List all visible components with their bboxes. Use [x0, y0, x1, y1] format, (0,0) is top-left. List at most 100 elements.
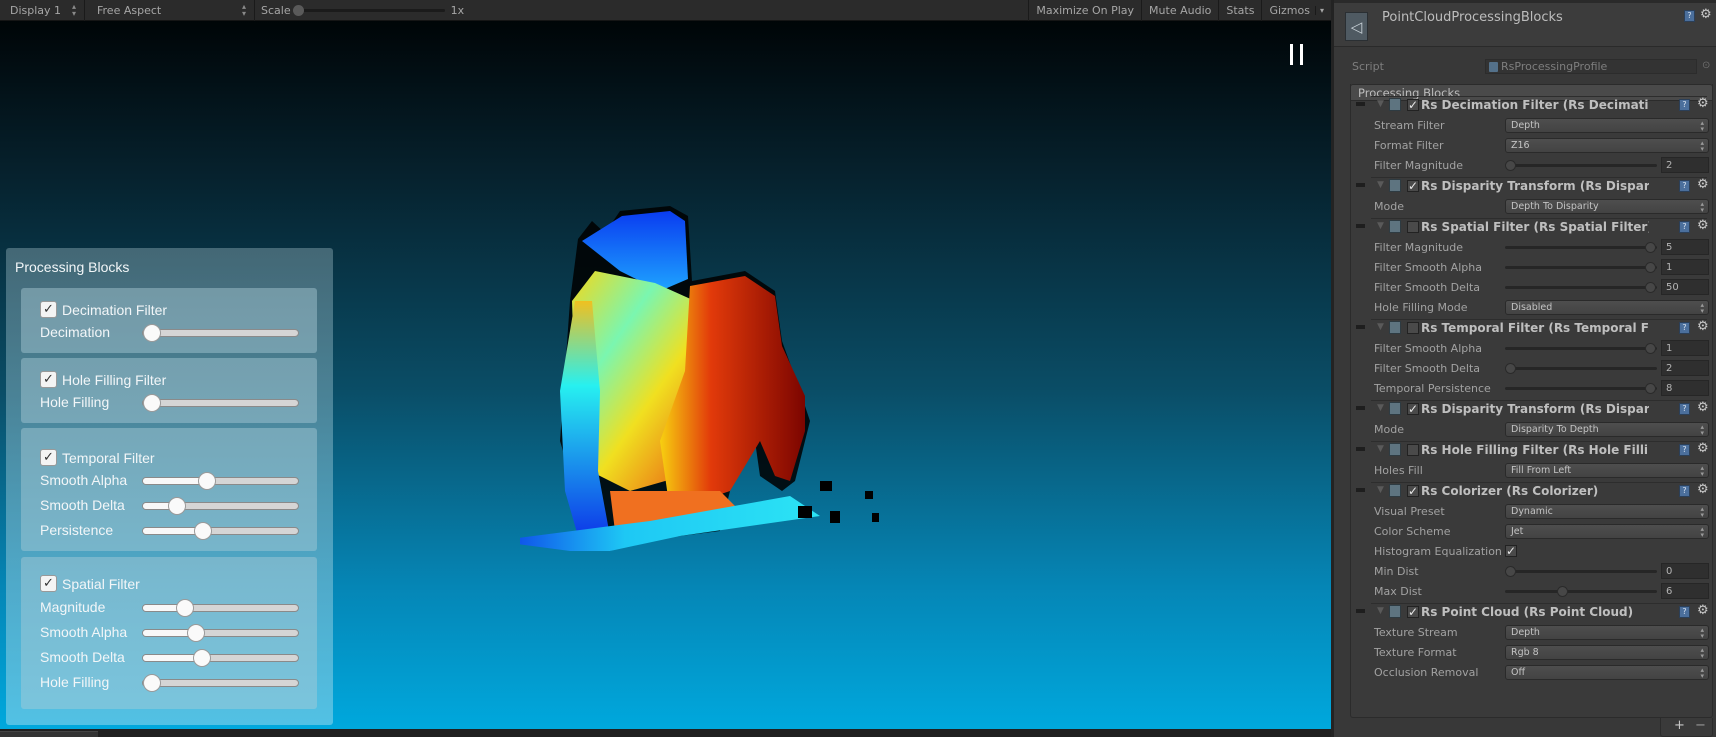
slider-knob[interactable]: [1645, 282, 1656, 293]
spatial-smooth-delta-slider[interactable]: [142, 649, 299, 667]
slider-knob[interactable]: [176, 599, 194, 617]
gear-icon[interactable]: ⚙: [1700, 8, 1712, 21]
slider-knob[interactable]: [1557, 586, 1568, 597]
stats-button[interactable]: Stats: [1218, 0, 1261, 21]
occlusion-removal-dropdown[interactable]: Off ▴ ▾: [1505, 665, 1709, 680]
slider-knob[interactable]: [168, 497, 186, 515]
drag-handle-icon[interactable]: [1356, 609, 1365, 613]
decimation-slider[interactable]: [142, 324, 299, 342]
block-header-rs-disparity-transform[interactable]: ▼ ✓ Rs Disparity Transform (Rs Disparit? ⚙: [1334, 400, 1716, 420]
enabled-checkbox-checked[interactable]: ✓: [1407, 485, 1419, 497]
mute-audio-button[interactable]: Mute Audio: [1141, 0, 1218, 21]
foldout-arrow-icon[interactable]: ▼: [1377, 221, 1384, 231]
block-header-rs-decimation-filter[interactable]: ▼ ✓ Rs Decimation Filter (Rs Decimation? ⚙: [1334, 96, 1716, 116]
slider-knob[interactable]: [1505, 363, 1516, 374]
temporal-smooth-delta-slider[interactable]: [142, 497, 299, 515]
foldout-arrow-icon[interactable]: ▼: [1377, 403, 1384, 413]
gizmos-button[interactable]: Gizmos ▾: [1261, 0, 1331, 21]
slider-knob[interactable]: [1645, 262, 1656, 273]
block-header-rs-hole-filling-filter[interactable]: ▼ Rs Hole Filling Filter (Rs Hole Filling…: [1334, 441, 1716, 461]
scale-slider[interactable]: [292, 4, 445, 16]
block-header-rs-spatial-filter[interactable]: ▼ Rs Spatial Filter (Rs Spatial Filter)? ⚙: [1334, 218, 1716, 238]
foldout-arrow-icon[interactable]: ▼: [1377, 322, 1384, 332]
help-book-icon[interactable]: ?: [1679, 485, 1690, 497]
temporal-persistence-value-field[interactable]: 8: [1661, 380, 1709, 396]
slider-knob[interactable]: [1505, 160, 1516, 171]
foldout-arrow-icon[interactable]: ▼: [1377, 606, 1384, 616]
pause-icon[interactable]: [1290, 44, 1303, 65]
help-book-icon[interactable]: ?: [1679, 444, 1690, 456]
add-block-button[interactable]: +: [1674, 718, 1685, 733]
foldout-arrow-icon[interactable]: ▼: [1377, 444, 1384, 454]
aspect-dropdown[interactable]: Free Aspect ▴ ▾: [85, 0, 254, 21]
holes-fill-dropdown[interactable]: Fill From Left ▴ ▾: [1505, 463, 1709, 478]
drag-handle-icon[interactable]: [1356, 447, 1365, 451]
temporal-filter-toggle[interactable]: ✓ Temporal Filter: [40, 449, 155, 466]
slider-knob[interactable]: [193, 649, 211, 667]
help-book-icon[interactable]: ?: [1679, 221, 1690, 233]
min-dist-value-field[interactable]: 0: [1661, 563, 1709, 579]
slider-knob[interactable]: [194, 522, 212, 540]
game-viewport[interactable]: Processing Blocks ✓ Decimation Filter De…: [0, 21, 1331, 729]
hole-filling-slider[interactable]: [142, 394, 299, 412]
drag-handle-icon[interactable]: [1356, 183, 1365, 187]
visual-preset-dropdown[interactable]: Dynamic ▴ ▾: [1505, 504, 1709, 519]
min-dist-slider[interactable]: [1505, 566, 1657, 577]
display-dropdown[interactable]: Display 1 ▴ ▾: [0, 0, 84, 21]
block-header-rs-point-cloud[interactable]: ▼ ✓ Rs Point Cloud (Rs Point Cloud)? ⚙: [1334, 603, 1716, 623]
max-dist-value-field[interactable]: 6: [1661, 583, 1709, 599]
decimation-filter-toggle[interactable]: ✓ Decimation Filter: [40, 301, 167, 318]
enabled-checkbox-unchecked[interactable]: [1407, 221, 1419, 233]
filter-smooth-alpha-value-field[interactable]: 1: [1661, 259, 1709, 275]
slider-knob[interactable]: [143, 324, 161, 342]
help-book-icon[interactable]: ?: [1679, 99, 1690, 111]
foldout-arrow-icon[interactable]: ▼: [1377, 180, 1384, 190]
slider-knob[interactable]: [143, 394, 161, 412]
gear-icon[interactable]: ⚙: [1697, 483, 1709, 496]
help-book-icon[interactable]: ?: [1684, 10, 1695, 22]
gear-icon[interactable]: ⚙: [1697, 604, 1709, 617]
remove-block-button[interactable]: −: [1695, 718, 1706, 733]
filter-smooth-alpha-value-field[interactable]: 1: [1661, 340, 1709, 356]
filter-magnitude-value-field[interactable]: 5: [1661, 239, 1709, 255]
mode-dropdown[interactable]: Depth To Disparity ▴ ▾: [1505, 199, 1709, 214]
block-header-rs-colorizer[interactable]: ▼ ✓ Rs Colorizer (Rs Colorizer)? ⚙: [1334, 482, 1716, 502]
scale-slider-knob[interactable]: [292, 4, 304, 16]
enabled-checkbox-checked[interactable]: ✓: [1407, 99, 1419, 111]
spatial-magnitude-slider[interactable]: [142, 599, 299, 617]
drag-handle-icon[interactable]: [1356, 102, 1365, 106]
block-header-rs-disparity-transform[interactable]: ▼ ✓ Rs Disparity Transform (Rs Disparit? ⚙: [1334, 177, 1716, 197]
enabled-checkbox-checked[interactable]: ✓: [1407, 180, 1419, 192]
format-filter-dropdown[interactable]: Z16 ▴ ▾: [1505, 138, 1709, 153]
filter-smooth-alpha-slider[interactable]: [1505, 262, 1657, 273]
filter-smooth-delta-slider[interactable]: [1505, 363, 1657, 374]
hole-filling-filter-toggle[interactable]: ✓ Hole Filling Filter: [40, 371, 166, 388]
gear-icon[interactable]: ⚙: [1697, 97, 1709, 110]
gizmos-dropdown-icon[interactable]: ▾: [1314, 5, 1324, 15]
slider-knob[interactable]: [1505, 566, 1516, 577]
filter-smooth-alpha-slider[interactable]: [1505, 343, 1657, 354]
slider-knob[interactable]: [1645, 343, 1656, 354]
checkbox-checked-icon[interactable]: ✓: [40, 371, 57, 388]
filter-magnitude-slider[interactable]: [1505, 242, 1657, 253]
gear-icon[interactable]: ⚙: [1697, 442, 1709, 455]
drag-handle-icon[interactable]: [1356, 224, 1365, 228]
temporal-persistence-slider[interactable]: [142, 522, 299, 540]
color-scheme-dropdown[interactable]: Jet ▴ ▾: [1505, 524, 1709, 539]
checkbox-checked-icon[interactable]: ✓: [40, 449, 57, 466]
slider-knob[interactable]: [1645, 383, 1656, 394]
foldout-arrow-icon[interactable]: ▼: [1377, 485, 1384, 495]
slider-knob[interactable]: [1645, 242, 1656, 253]
spatial-hole-filling-slider[interactable]: [142, 674, 299, 692]
gear-icon[interactable]: ⚙: [1697, 219, 1709, 232]
maximize-on-play-button[interactable]: Maximize On Play: [1028, 0, 1141, 21]
block-header-rs-temporal-filter[interactable]: ▼ Rs Temporal Filter (Rs Temporal Fil? ⚙: [1334, 319, 1716, 339]
spatial-filter-toggle[interactable]: ✓ Spatial Filter: [40, 575, 140, 592]
help-book-icon[interactable]: ?: [1679, 322, 1690, 334]
foldout-arrow-icon[interactable]: ▼: [1377, 99, 1384, 109]
enabled-checkbox-checked[interactable]: ✓: [1407, 403, 1419, 415]
filter-magnitude-value-field[interactable]: 2: [1661, 157, 1709, 173]
object-picker-icon[interactable]: ⊙: [1702, 60, 1710, 71]
histogram-equalization-checkbox[interactable]: ✓: [1505, 545, 1517, 557]
bottom-tab[interactable]: [0, 731, 98, 737]
